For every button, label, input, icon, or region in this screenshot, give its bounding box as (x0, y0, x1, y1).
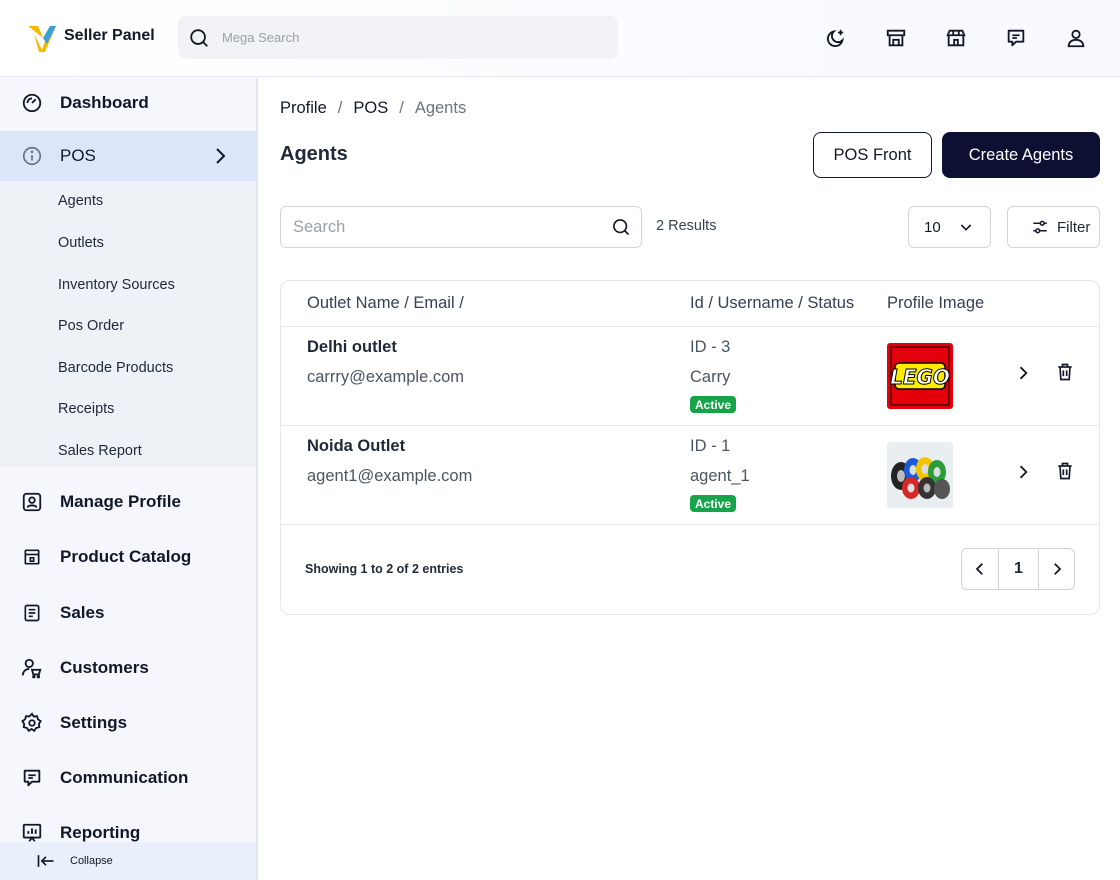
breadcrumb-pos[interactable]: POS (353, 99, 388, 118)
sidebar-subitem-agents[interactable]: Agents (58, 193, 103, 209)
chat-icon (20, 766, 44, 790)
user-icon[interactable] (1064, 26, 1088, 50)
trash-icon[interactable] (1052, 458, 1078, 484)
agent-search-box (280, 206, 642, 248)
page-title: Agents (280, 143, 348, 165)
agents-table: Outlet Name / Email / Id / Username / St… (280, 280, 1100, 615)
sidebar-item-label: Communication (60, 768, 189, 787)
divider (281, 425, 1099, 426)
collapse-left-icon (36, 853, 56, 869)
svg-text:LEGO: LEGO (890, 365, 950, 389)
sidebar-item-dashboard[interactable]: Dashboard (0, 78, 256, 128)
outlet-name: Delhi outlet (307, 338, 397, 356)
sidebar-item-pos[interactable]: POS (0, 131, 256, 181)
sidebar-item-label: Customers (60, 658, 149, 677)
breadcrumb: Profile / POS / Agents (280, 99, 466, 118)
sliders-icon (1031, 218, 1049, 236)
agent-id: ID - 1 (690, 437, 731, 455)
agent-search-input[interactable] (293, 217, 603, 237)
shop-icon[interactable] (944, 26, 968, 50)
sidebar-item-product-catalog[interactable]: Product Catalog (0, 532, 256, 582)
column-header-image: Profile Image (887, 294, 985, 312)
profile-icon (20, 490, 44, 514)
sidebar-item-customers[interactable]: Customers (0, 643, 256, 693)
pagination-prev-button[interactable] (962, 549, 999, 589)
sidebar-subitem-inventory-sources[interactable]: Inventory Sources (58, 277, 175, 293)
chevron-down-icon (958, 219, 974, 235)
search-icon (188, 27, 210, 49)
brand-v-icon (26, 20, 58, 52)
filter-button[interactable]: Filter (1007, 206, 1100, 248)
filter-label: Filter (1057, 218, 1091, 236)
sidebar-item-label: Reporting (60, 823, 141, 842)
document-icon (20, 601, 44, 625)
info-icon (20, 144, 44, 168)
outlet-name: Noida Outlet (307, 437, 406, 455)
message-icon[interactable] (1004, 26, 1028, 50)
store-icon[interactable] (884, 26, 908, 50)
status-badge: Active (690, 495, 737, 512)
sidebar-subitem-pos-order[interactable]: Pos Order (58, 318, 124, 334)
breadcrumb-separator: / (337, 99, 343, 117)
brand-name: Seller Panel (64, 27, 155, 44)
outlet-email: agent1@example.com (307, 467, 473, 485)
column-header-id: Id / Username / Status (690, 294, 855, 312)
sidebar-item-label: Settings (60, 713, 128, 732)
chevron-right-icon (208, 144, 232, 168)
pos-submenu: Agents Outlets Inventory Sources Pos Ord… (0, 181, 256, 467)
sidebar-subitem-sales-report[interactable]: Sales Report (58, 443, 142, 459)
moon-star-icon[interactable] (824, 26, 848, 50)
gauge-icon (20, 91, 44, 115)
sidebar-subitem-outlets[interactable]: Outlets (58, 235, 104, 251)
create-agents-button[interactable]: Create Agents (942, 132, 1100, 178)
gear-icon (20, 711, 44, 735)
sidebar-item-label: POS (60, 146, 96, 165)
agent-username: agent_1 (690, 467, 750, 485)
entries-summary: Showing 1 to 2 of 2 entries (305, 562, 464, 576)
sidebar: Dashboard POS Agents Outlets Inventory S… (0, 78, 258, 880)
breadcrumb-separator: / (399, 99, 404, 117)
pos-front-button[interactable]: POS Front (813, 132, 932, 178)
search-icon[interactable] (611, 217, 631, 237)
divider (281, 524, 1099, 525)
per-page-value: 10 (924, 218, 941, 236)
outlet-email: carrry@example.com (307, 368, 465, 386)
column-header-outlet: Outlet Name / Email / (307, 294, 464, 312)
catalog-icon (20, 545, 44, 569)
mega-search-input[interactable] (222, 30, 592, 45)
divider (281, 326, 1099, 327)
sidebar-item-sales[interactable]: Sales (0, 588, 256, 638)
collapse-button[interactable]: Collapse (0, 842, 256, 880)
pagination-next-button[interactable] (1038, 549, 1074, 589)
per-page-select[interactable]: 10 (908, 206, 991, 248)
sidebar-item-communication[interactable]: Communication (0, 753, 256, 803)
results-count: 2 Results (656, 218, 717, 234)
sidebar-item-label: Sales (60, 603, 105, 622)
chevron-right-icon[interactable] (1010, 459, 1036, 485)
sidebar-item-label: Manage Profile (60, 492, 181, 511)
top-header: Seller Panel (0, 0, 1120, 77)
profile-image-tyres (887, 442, 953, 508)
sidebar-item-label: Product Catalog (60, 547, 192, 566)
agent-id: ID - 3 (690, 338, 731, 356)
pagination: 1 (961, 548, 1075, 590)
status-badge: Active (690, 396, 737, 413)
pagination-page-number[interactable]: 1 (999, 549, 1038, 589)
brand-logo[interactable]: Seller Panel (26, 20, 155, 52)
breadcrumb-profile[interactable]: Profile (280, 99, 327, 118)
customers-icon (20, 656, 44, 680)
trash-icon[interactable] (1052, 359, 1078, 385)
sidebar-item-settings[interactable]: Settings (0, 698, 256, 748)
breadcrumb-agents: Agents (414, 99, 467, 117)
sidebar-subitem-receipts[interactable]: Receipts (58, 401, 114, 417)
sidebar-item-manage-profile[interactable]: Manage Profile (0, 477, 256, 527)
agent-username: Carry (690, 368, 731, 386)
chevron-right-icon[interactable] (1010, 360, 1036, 386)
profile-image-lego: LEGO (887, 343, 953, 409)
collapse-label: Collapse (70, 855, 113, 867)
sidebar-subitem-barcode-products[interactable]: Barcode Products (58, 360, 173, 376)
mega-search-box (178, 16, 618, 59)
sidebar-item-label: Dashboard (60, 93, 149, 112)
